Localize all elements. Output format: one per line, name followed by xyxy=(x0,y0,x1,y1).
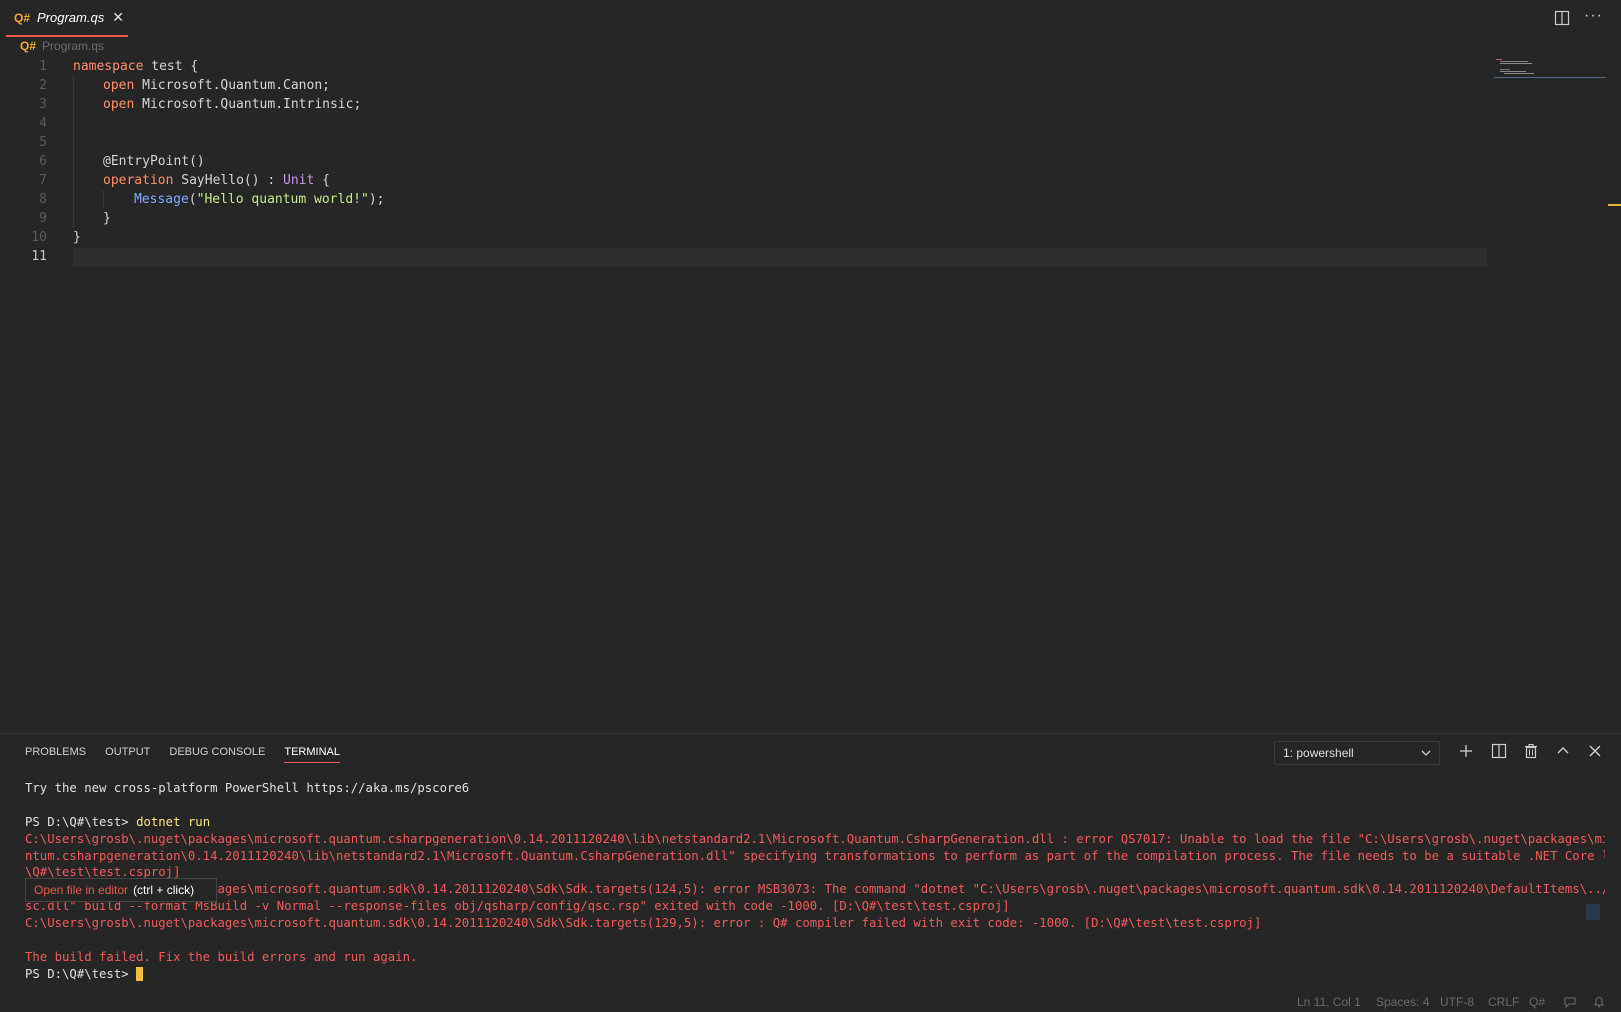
panel-tabs: PROBLEMS OUTPUT DEBUG CONSOLE TERMINAL xyxy=(25,746,359,763)
split-terminal-icon[interactable] xyxy=(1491,743,1507,759)
trash-icon[interactable] xyxy=(1523,743,1539,759)
code-text: Microsoft.Quantum.Intrinsic; xyxy=(134,97,362,112)
terminal-output[interactable]: Try the new cross-platform PowerShell ht… xyxy=(25,780,1605,983)
minimap[interactable] xyxy=(1494,57,1606,79)
terminal-select[interactable]: 1: powershell xyxy=(1274,741,1440,765)
keyword: open xyxy=(103,97,135,112)
breadcrumb: Q# Program.qs xyxy=(20,39,104,53)
qsharp-file-icon: Q# xyxy=(20,39,37,53)
keyword: operation xyxy=(103,173,174,188)
tab-program-qs[interactable]: Q# Program.qs ✕ xyxy=(6,0,128,37)
code-text: ); xyxy=(368,192,385,207)
status-eol[interactable]: CRLF xyxy=(1488,995,1519,1009)
code-line: 6 @EntryPoint() xyxy=(0,152,1490,171)
breadcrumb-file[interactable]: Program.qs xyxy=(42,39,104,53)
split-editor-icon[interactable] xyxy=(1554,10,1570,26)
terminal-scrollbar[interactable] xyxy=(1586,904,1600,920)
chevron-down-icon xyxy=(1421,750,1431,756)
code-text: SayHello() : xyxy=(173,173,284,188)
code-line: 9 } xyxy=(0,209,1490,228)
more-actions-icon[interactable]: ··· xyxy=(1584,7,1603,25)
status-cursor-position[interactable]: Ln 11, Col 1 xyxy=(1297,995,1361,1009)
code-line: 5 xyxy=(0,133,1490,152)
line-number: 8 xyxy=(39,192,47,207)
overview-ruler-marker xyxy=(1608,204,1621,206)
editor-tab-bar: Q# Program.qs ✕ ··· xyxy=(0,0,1621,37)
terminal-error-line[interactable]: C:\Users\grosb\.nuget\packages\microsoft… xyxy=(25,881,1605,898)
code-line: 10 } xyxy=(0,228,1490,247)
string-literal: "Hello quantum world!" xyxy=(196,192,369,207)
code-line: 1 namespace test { xyxy=(0,57,1490,76)
code-line: 4 xyxy=(0,114,1490,133)
close-tab-icon[interactable]: ✕ xyxy=(112,9,124,26)
tab-debug-console[interactable]: DEBUG CONSOLE xyxy=(169,746,265,763)
line-number: 3 xyxy=(39,97,47,112)
terminal-command: dotnet run xyxy=(136,814,211,829)
terminal-line: Try the new cross-platform PowerShell ht… xyxy=(25,781,470,795)
terminal-error-line: sc.dll" build --format MsBuild -v Normal… xyxy=(25,899,1010,914)
qsharp-file-icon: Q# xyxy=(14,10,31,25)
code-text: } xyxy=(103,211,111,226)
tab-terminal[interactable]: TERMINAL xyxy=(284,746,340,763)
line-number: 11 xyxy=(31,249,47,264)
close-icon[interactable] xyxy=(1587,743,1603,759)
code-text: } xyxy=(73,230,81,245)
line-number: 1 xyxy=(39,59,47,74)
line-number: 10 xyxy=(31,230,47,245)
tab-title: Program.qs xyxy=(37,10,105,25)
function-name: Message xyxy=(134,192,189,207)
open-file-link[interactable]: Open file in editor xyxy=(34,883,128,897)
hover-hint: (ctrl + click) xyxy=(133,883,195,897)
terminal-prompt: PS D:\Q#\test> xyxy=(25,814,137,829)
chevron-up-icon[interactable] xyxy=(1555,743,1571,759)
line-number: 4 xyxy=(39,116,47,131)
line-number: 7 xyxy=(39,173,47,188)
bottom-panel: PROBLEMS OUTPUT DEBUG CONSOLE TERMINAL 1… xyxy=(0,733,1621,994)
plus-icon[interactable] xyxy=(1458,743,1474,759)
code-line: 8 Message("Hello quantum world!"); xyxy=(0,190,1490,209)
keyword: namespace xyxy=(73,59,144,74)
terminal-error-line: ntum.csharpgeneration\0.14.2011120240\li… xyxy=(25,848,1605,863)
link-hover-tooltip: Open file in editor (ctrl + click) xyxy=(25,878,217,902)
code-line: 3 open Microsoft.Quantum.Intrinsic; xyxy=(0,95,1490,114)
status-language[interactable]: Q# xyxy=(1529,995,1545,1009)
terminal-line: PS D:\Q#\test> xyxy=(25,966,1605,983)
terminal-error-line: \Q#\test\test.csproj] xyxy=(25,865,181,880)
terminal-line: PS D:\Q#\test> dotnet run xyxy=(25,814,1605,831)
code-line: 2 open Microsoft.Quantum.Canon; xyxy=(0,76,1490,95)
code-text: Microsoft.Quantum.Canon; xyxy=(134,78,330,93)
terminal-error-line: The build failed. Fix the build errors a… xyxy=(25,949,418,964)
terminal-prompt: PS D:\Q#\test> xyxy=(25,966,137,981)
terminal-error-line[interactable]: C:\Users\grosb\.nuget\packages\microsoft… xyxy=(25,831,1605,848)
code-text: { xyxy=(314,173,330,188)
code-editor[interactable]: 1 namespace test { 2 open Microsoft.Quan… xyxy=(0,57,1490,277)
line-number: 9 xyxy=(39,211,47,226)
code-text: ( xyxy=(188,192,197,207)
keyword: open xyxy=(103,78,135,93)
bell-icon[interactable] xyxy=(1592,995,1606,1009)
type-name: Unit xyxy=(283,173,315,188)
attribute: @EntryPoint() xyxy=(103,154,205,169)
code-line: 11 xyxy=(0,247,1490,266)
status-indentation[interactable]: Spaces: 4 xyxy=(1376,995,1429,1009)
line-number: 5 xyxy=(39,135,47,150)
terminal-error-line[interactable]: C:\Users\grosb\.nuget\packages\microsoft… xyxy=(25,915,1605,932)
terminal-cursor xyxy=(136,967,144,982)
feedback-icon[interactable] xyxy=(1563,995,1577,1009)
line-number: 6 xyxy=(39,154,47,169)
terminal-select-value: 1: powershell xyxy=(1283,746,1354,760)
status-encoding[interactable]: UTF-8 xyxy=(1440,995,1474,1009)
tab-problems[interactable]: PROBLEMS xyxy=(25,746,86,763)
tab-output[interactable]: OUTPUT xyxy=(105,746,150,763)
code-line: 7 operation SayHello() : Unit { xyxy=(0,171,1490,190)
line-number: 2 xyxy=(39,78,47,93)
code-text: test { xyxy=(143,59,199,74)
status-bar: Ln 11, Col 1 Spaces: 4 UTF-8 CRLF Q# xyxy=(0,993,1621,1012)
